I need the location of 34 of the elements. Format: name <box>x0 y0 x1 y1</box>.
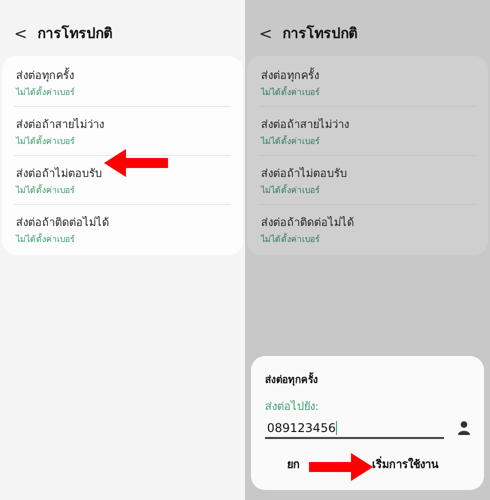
item-subtitle: ไม่ได้ตั้งค่าเบอร์ <box>261 85 321 99</box>
field-label: ส่งต่อไปยัง: <box>265 399 320 415</box>
item-subtitle: ไม่ได้ตั้งค่าเบอร์ <box>16 85 76 99</box>
dialog-button[interactable]: ยก <box>285 451 302 477</box>
dialog-title: ส่งต่อทุกครั้ง <box>265 372 470 387</box>
list-item[interactable]: ส่งต่อถ้าติดต่อไม่ได้ ไม่ได้ตั้งค่าเบอร์ <box>14 204 231 253</box>
input-field[interactable]: 089123456 <box>265 417 444 439</box>
item-subtitle: ไม่ได้ตั้งค่าเบอร์ <box>16 134 76 148</box>
item-title: ส่งต่อถ้าติดต่อไม่ได้ <box>261 215 355 231</box>
list-item[interactable]: ส่งต่อถ้าติดต่อไม่ได้ ไม่ได้ตั้งค่าเบอร์ <box>259 204 476 253</box>
item-title: ส่งต่อถ้าสายไม่ว่าง <box>16 117 105 133</box>
list-item[interactable]: ส่งต่อทุกครั้ง ไม่ได้ตั้งค่าเบอร์ <box>259 58 476 106</box>
contact-icon[interactable] <box>458 421 470 435</box>
item-subtitle: ไม่ได้ตั้งค่าเบอร์ <box>261 183 321 197</box>
screen-title: การโทรปกติ <box>37 24 112 44</box>
item-title: ส่งต่อทุกครั้ง <box>261 66 320 84</box>
back-button[interactable]: < <box>14 24 28 42</box>
screen-title: การโทรปกติ <box>282 24 358 44</box>
dialog-button[interactable]: เริ่มการใช้งาน <box>370 451 441 477</box>
list-item[interactable]: ส่งต่อถ้าไม่ตอบรับ ไม่ได้ตั้งค่าเบอร์ <box>259 155 476 204</box>
list-item[interactable]: ส่งต่อถ้าสายไม่ว่าง ไม่ได้ตั้งค่าเบอร์ <box>259 106 476 155</box>
arrow-annotation <box>309 453 373 481</box>
arrow-annotation <box>104 149 168 177</box>
item-subtitle: ไม่ได้ตั้งค่าเบอร์ <box>16 232 76 246</box>
item-subtitle: ไม่ได้ตั้งค่าเบอร์ <box>261 134 321 148</box>
item-title: ส่งต่อทุกครั้ง <box>16 66 75 84</box>
back-button[interactable]: < <box>259 24 272 42</box>
list-item[interactable]: ส่งต่อทุกครั้ง ไม่ได้ตั้งค่าเบอร์ <box>14 58 231 106</box>
item-title: ส่งต่อถ้าสายไม่ว่าง <box>261 117 350 133</box>
item-title: ส่งต่อถ้าไม่ตอบรับ <box>261 166 348 182</box>
item-title: ส่งต่อถ้าติดต่อไม่ได้ <box>16 215 110 231</box>
item-title: ส่งต่อถ้าไม่ตอบรับ <box>16 166 103 182</box>
item-subtitle: ไม่ได้ตั้งค่าเบอร์ <box>16 183 76 197</box>
item-subtitle: ไม่ได้ตั้งค่าเบอร์ <box>261 232 321 246</box>
